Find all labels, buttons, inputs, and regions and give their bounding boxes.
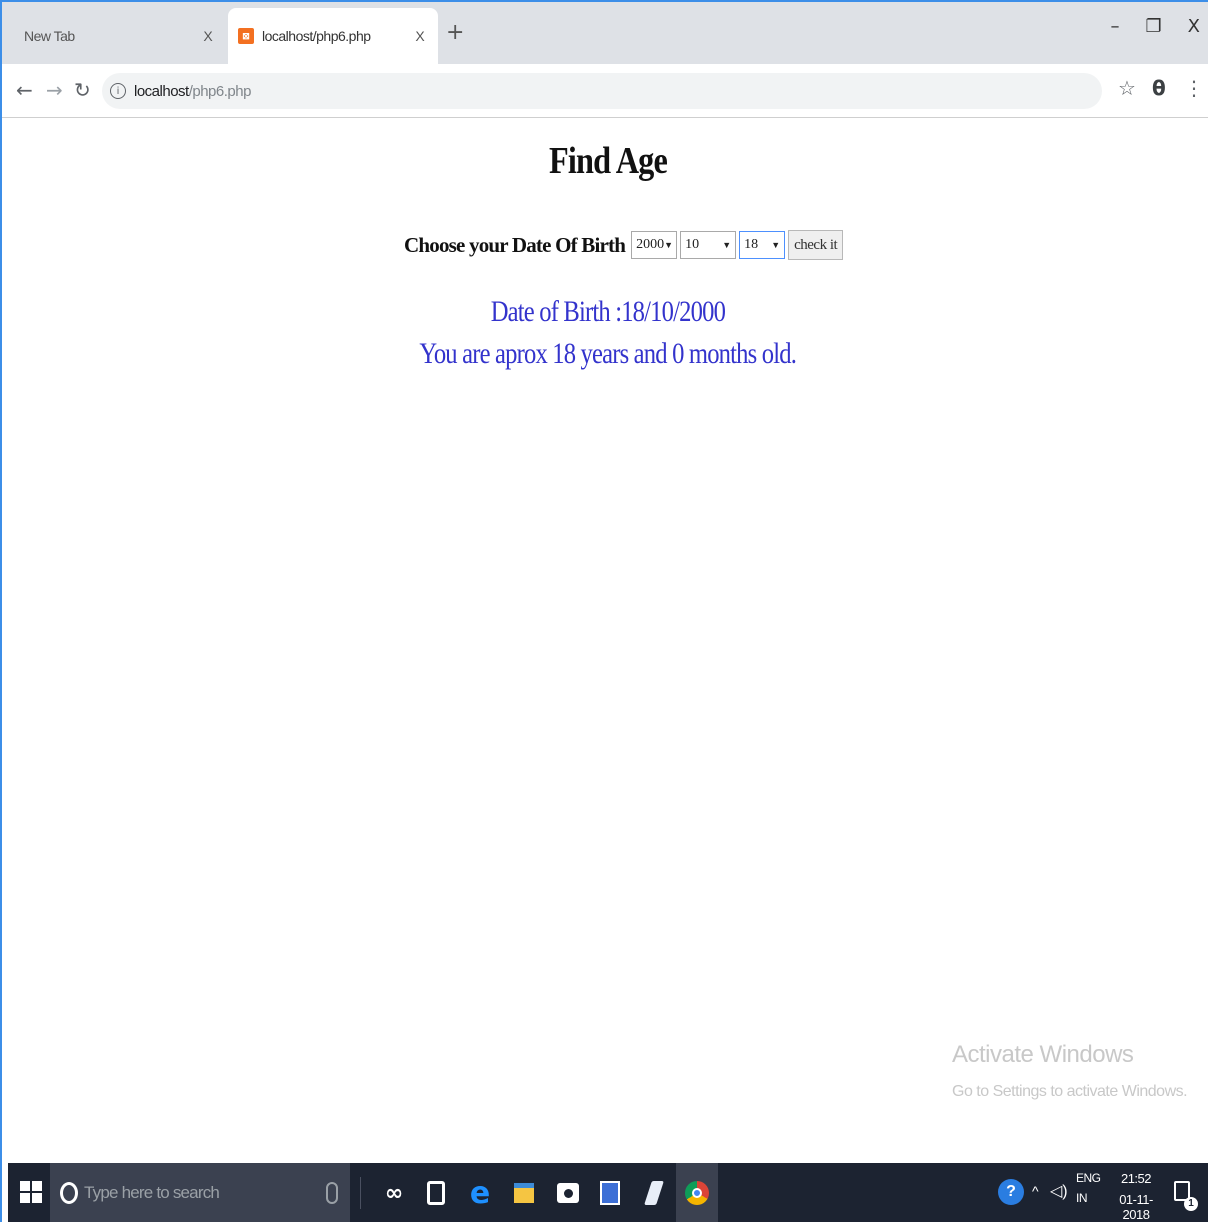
windows-start-icon[interactable] xyxy=(20,1181,42,1203)
day-value: 18 xyxy=(744,237,759,252)
window-controls: – ❐ X xyxy=(1111,16,1200,37)
taskbar-divider xyxy=(360,1177,361,1209)
tab-label: New Tab xyxy=(24,28,75,44)
year-select[interactable]: 2000 ▼ xyxy=(631,231,678,259)
search-placeholder: Type here to search xyxy=(84,1182,220,1202)
chrome-browser-icon[interactable] xyxy=(676,1163,718,1222)
clock-date: 01-11-2018 xyxy=(1119,1192,1153,1222)
age-result: You are aprox 18 years and 0 months old. xyxy=(8,337,1208,371)
microphone-icon[interactable] xyxy=(326,1181,338,1204)
check-it-button[interactable]: check it xyxy=(788,230,844,260)
clock[interactable]: 21:52 01-11-2018 xyxy=(1106,1171,1166,1222)
volume-icon[interactable]: ◁) xyxy=(1050,1181,1068,1222)
help-icon[interactable]: ? xyxy=(998,1179,1024,1205)
edge-browser-icon[interactable]: e xyxy=(460,1173,500,1213)
dropdown-arrow-icon: ▼ xyxy=(722,240,732,250)
url-host: localhost xyxy=(134,82,189,100)
activate-windows-title: Activate Windows xyxy=(952,1041,1134,1068)
infinity-app-icon[interactable]: ∞ xyxy=(374,1173,414,1213)
month-select[interactable]: 10 ▼ xyxy=(680,231,737,259)
windows-taskbar: Type here to search ∞ e ? ^ ◁) ENG IN 21… xyxy=(8,1163,1208,1222)
profile-icon[interactable]: θ xyxy=(1152,76,1166,100)
menu-kebab-icon[interactable]: ⋮ xyxy=(1184,76,1204,100)
tab-label: localhost/php6.php xyxy=(262,28,371,44)
pen-app-icon[interactable] xyxy=(634,1173,674,1213)
reload-icon[interactable]: ↻ xyxy=(74,78,91,102)
clock-time: 21:52 xyxy=(1120,1171,1152,1186)
file-explorer-icon[interactable] xyxy=(504,1173,544,1213)
language-indicator[interactable]: ENG IN xyxy=(1076,1171,1101,1222)
page-title: Find Age xyxy=(549,140,668,182)
activate-windows-subtitle: Go to Settings to activate Windows. xyxy=(952,1083,1188,1100)
url-path: /php6.php xyxy=(188,82,252,100)
chevron-up-icon[interactable]: ^ xyxy=(1032,1183,1039,1222)
info-icon[interactable]: i xyxy=(110,83,126,99)
dropdown-arrow-icon: ▼ xyxy=(664,240,674,250)
notification-count-badge: 1 xyxy=(1184,1197,1198,1211)
taskbar-search-box[interactable]: Type here to search xyxy=(50,1163,350,1222)
dob-label: Choose your Date Of Birth xyxy=(404,232,626,257)
forward-arrow-icon[interactable]: → xyxy=(46,78,63,102)
language-code: ENG xyxy=(1076,1171,1101,1185)
close-window-icon[interactable]: X xyxy=(1188,16,1200,37)
day-select[interactable]: 18 ▼ xyxy=(739,231,786,259)
tab-strip: New Tab X ⊠ localhost/php6.php X + – ❐ X xyxy=(2,2,1208,64)
year-value: 2000 xyxy=(636,237,665,252)
camera-app-icon[interactable] xyxy=(548,1173,588,1213)
xampp-favicon-icon: ⊠ xyxy=(238,28,254,44)
restore-icon[interactable]: ❐ xyxy=(1146,16,1162,37)
tab-localhost[interactable]: ⊠ localhost/php6.php X xyxy=(228,8,438,64)
browser-toolbar: ← → ↻ i localhost/php6.php ☆ θ ⋮ xyxy=(2,64,1208,118)
cortana-icon[interactable] xyxy=(60,1181,78,1204)
tab-new-tab[interactable]: New Tab X xyxy=(8,8,226,64)
address-bar[interactable]: i localhost/php6.php xyxy=(102,73,1102,109)
bookmark-star-icon[interactable]: ☆ xyxy=(1118,76,1136,100)
dob-result-text: Date of Birth :18/10/2000 xyxy=(490,295,726,328)
store-app-icon[interactable] xyxy=(416,1173,456,1213)
tab-close-icon[interactable]: X xyxy=(196,28,220,44)
tab-close-icon[interactable]: X xyxy=(408,28,432,44)
new-tab-button[interactable]: + xyxy=(446,20,464,45)
age-result-text: You are aprox 18 years and 0 months old. xyxy=(419,337,798,370)
month-value: 10 xyxy=(685,237,700,252)
notepad-app-icon[interactable] xyxy=(590,1173,630,1213)
region-code: IN xyxy=(1076,1191,1087,1205)
dropdown-arrow-icon: ▼ xyxy=(771,240,781,250)
dob-result: Date of Birth :18/10/2000 xyxy=(8,295,1208,329)
minimize-icon[interactable]: – xyxy=(1111,16,1120,37)
back-arrow-icon[interactable]: ← xyxy=(16,78,33,102)
page-content: Find Age Choose your Date Of Birth 2000 … xyxy=(8,119,1208,1163)
dob-form: Choose your Date Of Birth 2000 ▼ 10 ▼ 18… xyxy=(404,229,844,261)
